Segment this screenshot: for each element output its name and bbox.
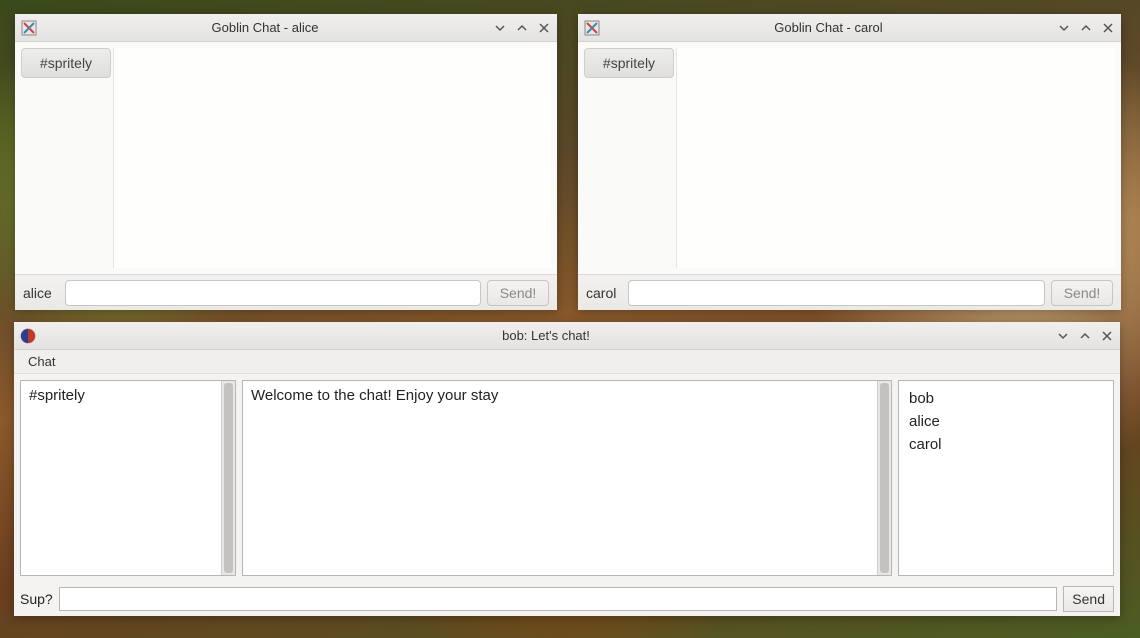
input-bar: Sup? Send (14, 582, 1120, 616)
titlebar[interactable]: bob: Let's chat! (14, 322, 1120, 350)
send-button[interactable]: Send (1063, 586, 1114, 612)
window-title: Goblin Chat - alice (43, 20, 487, 35)
window-controls (1057, 21, 1115, 35)
window-bob: bob: Let's chat! Chat #spritely Welcome … (14, 322, 1120, 616)
channels-list[interactable]: #spritely (21, 381, 221, 575)
close-icon[interactable] (537, 21, 551, 35)
input-prompt: Sup? (20, 591, 53, 607)
scrollbar[interactable] (221, 381, 235, 575)
scrollbar-thumb[interactable] (224, 383, 233, 573)
user-item[interactable]: alice (907, 410, 1105, 433)
scrollbar-thumb[interactable] (880, 383, 889, 573)
channel-sidebar: #spritely (584, 48, 674, 268)
window-body: #spritely (578, 42, 1121, 274)
send-button[interactable]: Send! (487, 280, 549, 306)
close-icon[interactable] (1100, 329, 1114, 343)
maximize-icon[interactable] (1079, 21, 1093, 35)
maximize-icon[interactable] (1078, 329, 1092, 343)
messages-pane[interactable] (113, 48, 551, 268)
channel-item[interactable]: #spritely (29, 387, 213, 404)
scrollbar[interactable] (877, 381, 891, 575)
user-item[interactable]: carol (907, 433, 1105, 456)
app-icon (20, 328, 36, 344)
input-bar: carol Send! (578, 274, 1121, 310)
minimize-icon[interactable] (493, 21, 507, 35)
maximize-icon[interactable] (515, 21, 529, 35)
window-controls (1056, 329, 1114, 343)
channel-button[interactable]: #spritely (584, 48, 674, 78)
messages-pane[interactable] (676, 48, 1115, 268)
channel-button[interactable]: #spritely (21, 48, 111, 78)
username-label: alice (23, 285, 59, 301)
app-icon (21, 20, 37, 36)
channel-sidebar: #spritely (21, 48, 111, 268)
minimize-icon[interactable] (1057, 21, 1071, 35)
window-body: #spritely Welcome to the chat! Enjoy you… (14, 374, 1120, 582)
messages-content[interactable]: Welcome to the chat! Enjoy your stay (243, 381, 877, 575)
minimize-icon[interactable] (1056, 329, 1070, 343)
channels-panel: #spritely (20, 380, 236, 576)
window-body: #spritely (15, 42, 557, 274)
send-button[interactable]: Send! (1051, 280, 1113, 306)
message-input[interactable] (628, 280, 1045, 306)
window-alice: Goblin Chat - alice #spritely alice Send… (15, 14, 557, 310)
titlebar[interactable]: Goblin Chat - alice (15, 14, 557, 42)
titlebar[interactable]: Goblin Chat - carol (578, 14, 1121, 42)
window-title: Goblin Chat - carol (606, 20, 1051, 35)
close-icon[interactable] (1101, 21, 1115, 35)
window-controls (493, 21, 551, 35)
app-icon (584, 20, 600, 36)
menu-chat[interactable]: Chat (22, 352, 61, 371)
input-bar: alice Send! (15, 274, 557, 310)
users-panel: bob alice carol (898, 380, 1114, 576)
message-input[interactable] (65, 280, 481, 306)
window-carol: Goblin Chat - carol #spritely carol Send… (578, 14, 1121, 310)
window-title: bob: Let's chat! (42, 328, 1050, 343)
message-line: Welcome to the chat! Enjoy your stay (251, 387, 869, 404)
messages-panel: Welcome to the chat! Enjoy your stay (242, 380, 892, 576)
username-label: carol (586, 285, 622, 301)
message-input[interactable] (59, 587, 1058, 611)
menubar: Chat (14, 350, 1120, 374)
user-item[interactable]: bob (907, 387, 1105, 410)
users-list[interactable]: bob alice carol (899, 381, 1113, 575)
